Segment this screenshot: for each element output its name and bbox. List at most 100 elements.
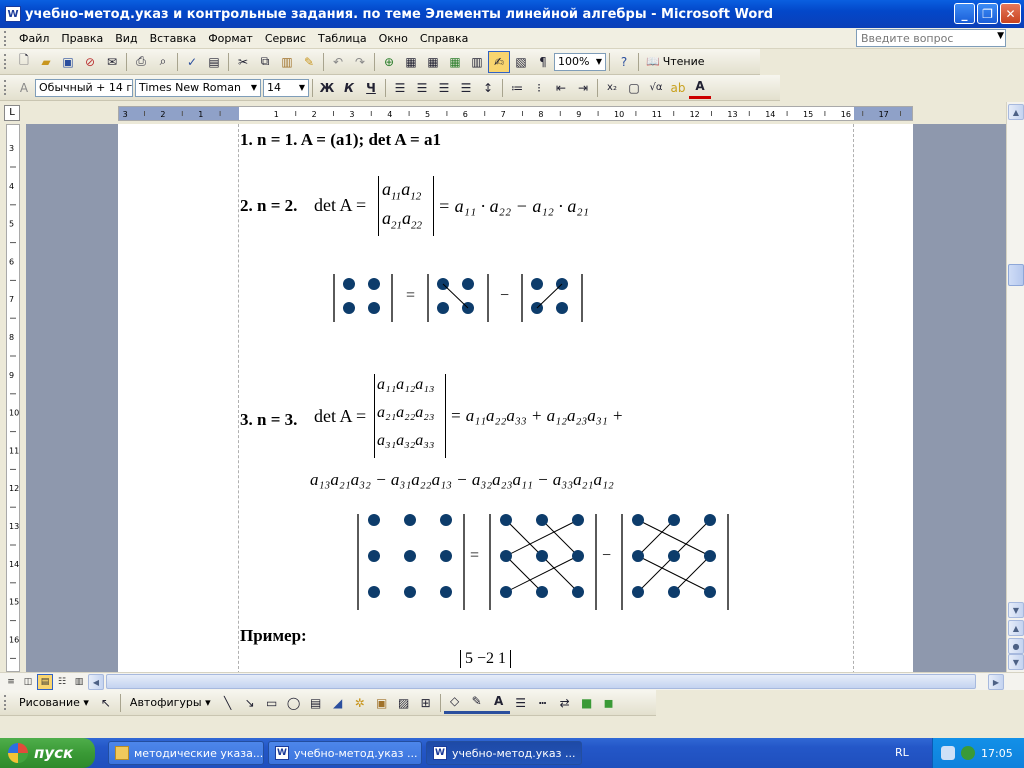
select-objects-icon[interactable]: ↖ [95,692,117,714]
numbering-icon[interactable]: ≔ [506,77,528,99]
line-spacing-icon[interactable]: ↕ [477,77,499,99]
wordart-icon[interactable]: ◢ [327,692,349,714]
print-preview-icon[interactable]: ⌕ [152,51,174,73]
font-select[interactable]: Times New Roman ▼ [135,78,261,97]
menu-grip[interactable] [4,30,8,46]
menu-insert[interactable]: Вставка [144,32,203,45]
start-button[interactable]: пуск [0,738,95,768]
styles-icon[interactable]: A [13,77,35,99]
equation-icon[interactable]: √α [645,77,667,99]
style-select[interactable]: Обычный + 14 г▼ [35,78,133,97]
research-icon[interactable]: ▤ [203,51,225,73]
rectangle-tool-icon[interactable]: ▭ [261,692,283,714]
print-layout-view-icon[interactable]: ▤ [37,674,53,690]
scroll-up-button[interactable]: ▲ [1008,104,1024,120]
document-map-icon[interactable]: ▧ [510,51,532,73]
menu-help[interactable]: Справка [414,32,474,45]
network-icon[interactable] [941,746,955,760]
toolbar-grip[interactable] [4,695,8,710]
increase-indent-icon[interactable]: ⇥ [572,77,594,99]
columns-icon[interactable]: ▥ [466,51,488,73]
previous-page-button[interactable]: ▲ [1008,620,1024,636]
menu-format[interactable]: Формат [202,32,259,45]
shadow-style-icon[interactable]: ■ [576,692,598,714]
horizontal-ruler[interactable]: 3 2 1 1 2 3 4 5 6 7 8 9 10 11 12 13 14 15 16 17 [118,106,913,121]
toolbar-grip[interactable] [4,54,8,69]
close-button[interactable]: ✕ [1000,3,1021,24]
scroll-down-button[interactable]: ▼ [1008,602,1024,618]
vertical-ruler[interactable]: 3 4 5 6 7 8 9 10 11 12 13 14 15 16 [6,124,20,672]
menu-edit[interactable]: Правка [55,32,109,45]
restore-button[interactable]: ❐ [977,3,998,24]
normal-view-icon[interactable]: ≡ [3,674,19,690]
task-word-2[interactable]: W учебно-метод.указ ... [426,741,582,765]
spelling-icon[interactable]: ✓ [181,51,203,73]
show-hide-icon[interactable]: ¶ [532,51,554,73]
insert-excel-icon[interactable]: ▦ [444,51,466,73]
clock[interactable]: 17:05 [981,747,1013,760]
hyperlink-icon[interactable]: ⊕ [378,51,400,73]
reading-mode-button[interactable]: 📖 Чтение [642,55,709,68]
ask-dropdown-icon[interactable]: ▼ [997,31,1004,41]
menu-view[interactable]: Вид [109,32,143,45]
bold-button[interactable]: Ж [316,77,338,99]
3d-style-icon[interactable]: ◼ [598,692,620,714]
task-folder[interactable]: методические указа... [108,741,264,765]
borders-icon[interactable]: ▢ [623,77,645,99]
ask-question-input[interactable]: Введите вопрос [856,29,1006,47]
redo-icon[interactable]: ↷ [349,51,371,73]
permission-icon[interactable]: ⊘ [79,51,101,73]
drawing-menu-button[interactable]: Рисование ▾ [13,696,95,709]
highlight-icon[interactable]: ab [667,77,689,99]
save-icon[interactable]: ▣ [57,51,79,73]
clipart-icon[interactable]: ▣ [371,692,393,714]
menu-tools[interactable]: Сервис [259,32,312,45]
line-color-icon[interactable]: ✎ [465,692,488,714]
word-app-icon[interactable]: W [5,6,21,22]
draw-canvas-icon[interactable]: ⊞ [415,692,437,714]
paste-icon[interactable]: ▥ [276,51,298,73]
arrow-tool-icon[interactable]: ↘ [239,692,261,714]
browse-object-button[interactable]: ● [1008,638,1024,654]
autoshapes-menu-button[interactable]: Автофигуры ▾ [124,696,217,709]
arrow-style-icon[interactable]: ⇄ [554,692,576,714]
undo-icon[interactable]: ↶ [327,51,349,73]
menu-table[interactable]: Таблица [312,32,373,45]
font-color-button[interactable]: A [689,77,711,99]
bullets-icon[interactable]: ⁝ [528,77,550,99]
help-icon[interactable]: ? [613,51,635,73]
reading-view-icon[interactable]: ▥ [71,674,87,690]
line-tool-icon[interactable]: ╲ [217,692,239,714]
minimize-button[interactable]: _ [954,3,975,24]
fill-color-icon[interactable]: ◇ [443,692,466,714]
menu-window[interactable]: Окно [373,32,414,45]
copy-icon[interactable]: ⧉ [254,51,276,73]
print-icon[interactable]: ⎙ [130,51,152,73]
subscript-icon[interactable]: x₂ [601,77,623,99]
cut-icon[interactable]: ✂ [232,51,254,73]
language-indicator[interactable]: RL [895,746,909,759]
web-view-icon[interactable]: ◫ [20,674,36,690]
zoom-select[interactable]: 100% ▼ [554,52,606,71]
menu-file[interactable]: Файл [13,32,55,45]
vertical-scroll-thumb[interactable] [1008,264,1024,286]
tables-borders-icon[interactable]: ▦ [400,51,422,73]
antivirus-icon[interactable] [961,746,975,760]
drawing-icon[interactable]: ✍ [488,50,510,73]
tab-selector[interactable]: L [4,105,20,121]
justify-icon[interactable]: ☰ [455,77,477,99]
email-icon[interactable]: ✉ [101,51,123,73]
horizontal-scroll-thumb[interactable] [106,674,976,689]
scroll-right-button[interactable]: ▶ [988,674,1004,690]
format-painter-icon[interactable]: ✎ [298,51,320,73]
draw-font-color-button[interactable]: A [487,692,510,714]
textbox-tool-icon[interactable]: ▤ [305,692,327,714]
line-style-icon[interactable]: ☰ [510,692,532,714]
align-left-icon[interactable]: ☰ [389,77,411,99]
next-page-button[interactable]: ▼ [1008,654,1024,670]
task-word-1[interactable]: W учебно-метод.указ ... [268,741,422,765]
oval-tool-icon[interactable]: ◯ [283,692,305,714]
scroll-left-button[interactable]: ◀ [88,674,104,690]
underline-button[interactable]: Ч [360,77,382,99]
outline-view-icon[interactable]: ☷ [54,674,70,690]
